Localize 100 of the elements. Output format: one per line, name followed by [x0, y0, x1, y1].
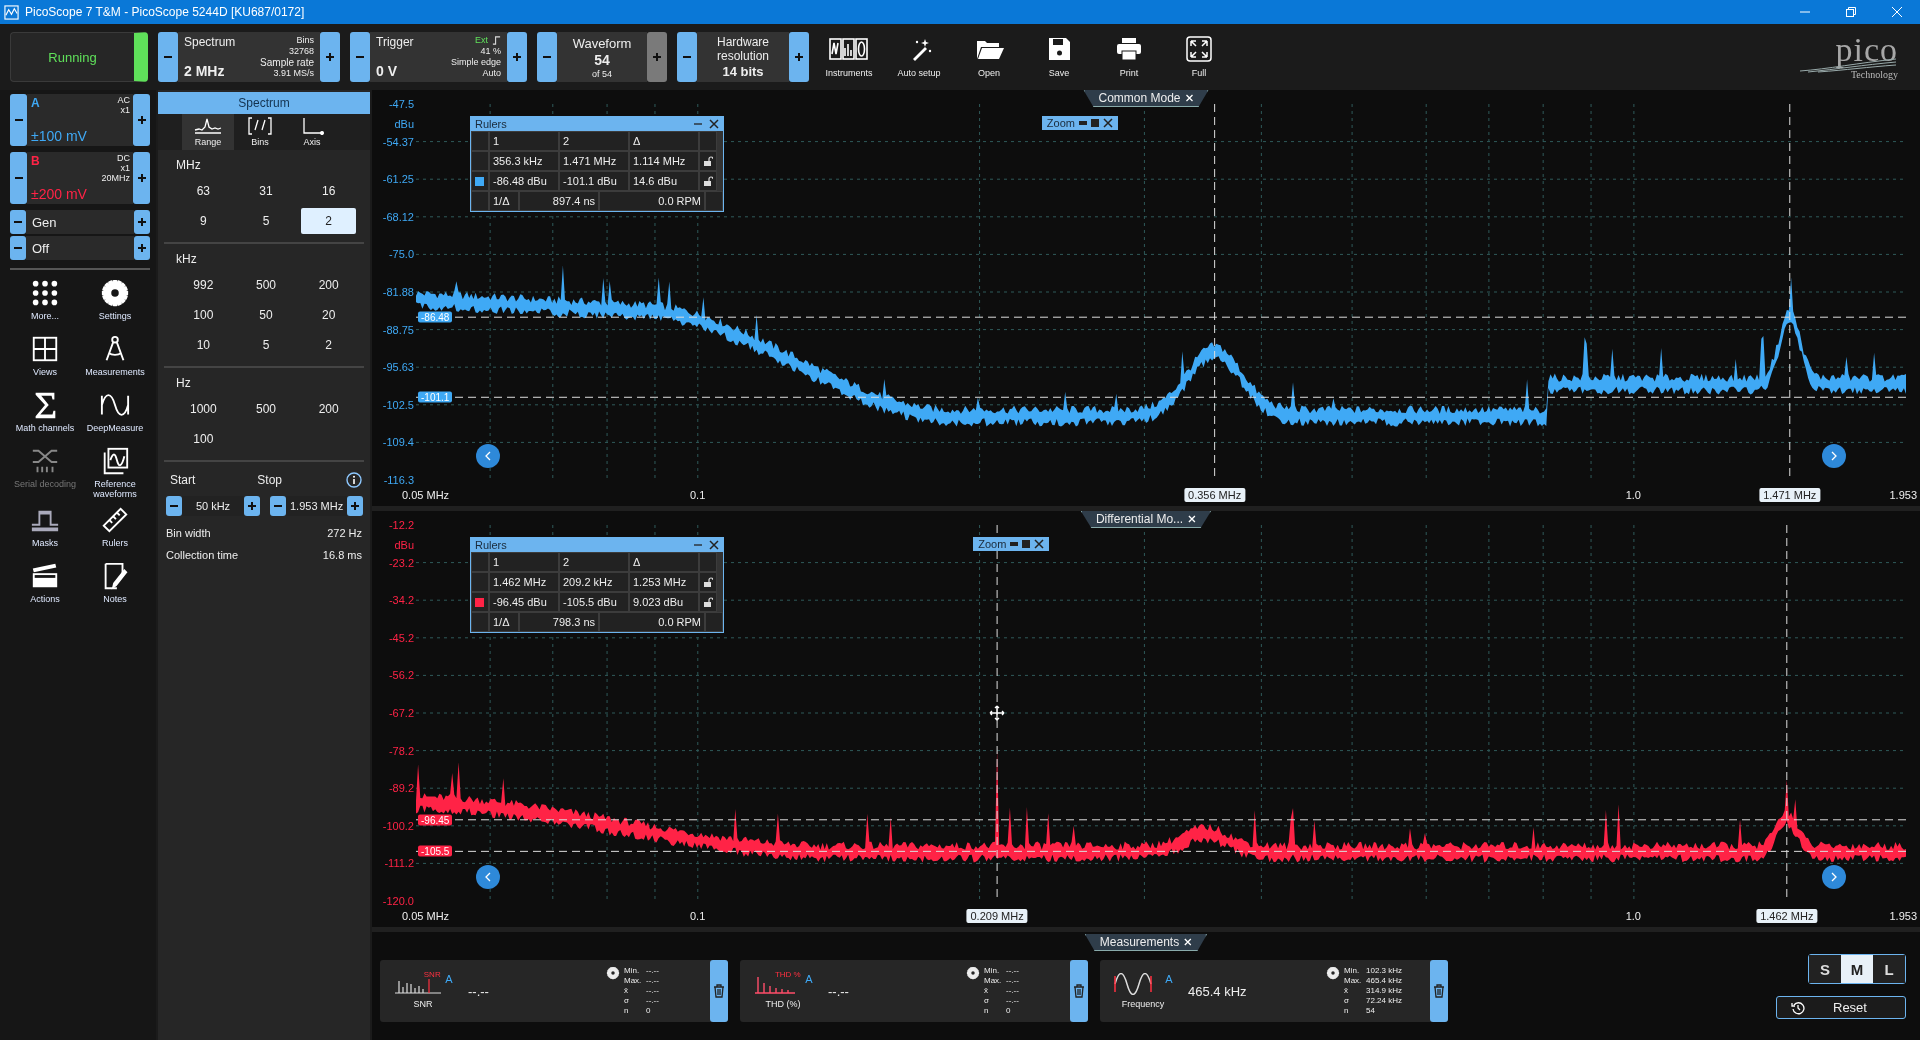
settings-icon[interactable] [1326, 966, 1340, 980]
toolbar-button[interactable]: Save [1029, 36, 1089, 78]
close-button[interactable] [1188, 515, 1197, 523]
minus-button[interactable] [270, 496, 286, 516]
ruler-line[interactable] [416, 396, 1906, 398]
range-option[interactable]: 500 [238, 396, 294, 422]
tool-button[interactable]: Masks [10, 505, 80, 555]
tool-button[interactable]: DeepMeasure [80, 390, 150, 440]
close-icon[interactable] [1102, 118, 1113, 128]
range-option[interactable]: 5 [238, 208, 294, 234]
range-option[interactable]: 5 [238, 332, 294, 358]
ruler-marker[interactable]: 0.356 MHz [1184, 488, 1246, 502]
range-option[interactable]: 200 [301, 272, 356, 298]
close-button[interactable] [1184, 938, 1193, 946]
plus-button[interactable] [134, 210, 150, 234]
tool-button[interactable]: Reference waveforms [80, 446, 150, 499]
lock-icon[interactable] [703, 577, 713, 587]
panel-tab[interactable]: Measurements [1084, 934, 1208, 951]
ruler-marker[interactable]: -96.45 [418, 814, 453, 826]
view-tab[interactable]: Differential Mo... [1080, 511, 1212, 528]
measurement-card[interactable]: SNR A SNR --.-- Min. --.-- Max. --.-- x̄ --.-- σ --.-- n 0 [380, 960, 728, 1022]
lock-icon[interactable] [703, 176, 713, 186]
range-option[interactable]: 50 [238, 302, 294, 328]
ruler-marker[interactable]: 1.471 MHz [1759, 488, 1821, 502]
measurement-card[interactable]: THD % A THD (%) --.-- Min. --.-- Max. --.-- x̄ --.-- σ --.-- n 0 [740, 960, 1088, 1022]
generator-setting[interactable]: Gen [26, 210, 134, 234]
settings-icon[interactable] [966, 966, 980, 980]
scroll-right-button[interactable] [1822, 865, 1846, 889]
square-icon[interactable] [1090, 119, 1099, 127]
stop-field[interactable]: 1.953 MHz [286, 496, 348, 516]
delete-button[interactable] [710, 960, 728, 1022]
plus-button[interactable] [134, 236, 150, 260]
range-option[interactable]: 992 [176, 272, 231, 298]
reset-button[interactable]: Reset [1776, 996, 1906, 1019]
settings-icon[interactable] [606, 966, 620, 980]
close-icon[interactable] [1034, 539, 1045, 549]
resolution-setting[interactable]: Hardware resolution 14 bits [697, 32, 789, 82]
range-option[interactable]: 100 [176, 426, 231, 452]
toolbar-button[interactable]: Print [1099, 36, 1159, 78]
plus-button[interactable] [507, 32, 527, 82]
plus-button[interactable] [347, 496, 364, 516]
minus-button[interactable] [10, 210, 26, 234]
tool-button[interactable]: Actions [10, 561, 80, 611]
tool-button[interactable]: Rulers [80, 505, 150, 555]
scroll-left-button[interactable] [476, 444, 500, 468]
close-button[interactable] [1185, 94, 1194, 102]
trigger-setting[interactable]: Trigger 0 V Ext 41 % Simple edge Auto [370, 32, 507, 82]
tool-button[interactable]: Math channels [10, 390, 80, 440]
measurement-card[interactable]: A Frequency 465.4 kHz Min. 102.3 kHz Max. 465.4 kHz x̄ 314.9 kHz σ 72.24 kHz n 54 [1100, 960, 1448, 1022]
range-option[interactable]: 63 [176, 178, 231, 204]
range-option[interactable]: 10 [176, 332, 231, 358]
scroll-left-button[interactable] [476, 865, 500, 889]
toolbar-button[interactable]: Instruments [819, 36, 879, 78]
range-option[interactable]: 2 [301, 332, 356, 358]
tab[interactable]: Axis [286, 114, 338, 150]
delete-button[interactable] [1070, 960, 1088, 1022]
tool-button[interactable]: Views [10, 334, 80, 384]
waveform-setting[interactable]: Waveform 54 of 54 [557, 32, 647, 82]
ruler-line[interactable] [416, 819, 1906, 821]
close-icon[interactable] [709, 119, 719, 129]
square-icon[interactable] [1022, 540, 1031, 548]
zoom-widget[interactable]: Zoom [973, 537, 1050, 551]
start-field[interactable]: 50 kHz [182, 496, 244, 516]
toolbar-button[interactable]: Full [1169, 36, 1229, 78]
toolbar-button[interactable]: Open [959, 36, 1019, 78]
tool-button[interactable]: Settings [80, 278, 150, 328]
scroll-right-button[interactable] [1822, 444, 1846, 468]
zoom-widget[interactable]: Zoom [1041, 116, 1118, 130]
run-button[interactable]: Running [10, 32, 148, 82]
tool-button[interactable]: More... [10, 278, 80, 328]
ruler-line[interactable] [416, 316, 1906, 318]
tab[interactable]: Bins [234, 114, 286, 150]
tab[interactable]: Range [182, 114, 234, 150]
ruler-marker[interactable]: -105.5 [418, 845, 453, 857]
range-option[interactable]: 500 [238, 272, 294, 298]
minus-button[interactable] [166, 496, 182, 516]
minimize-icon[interactable] [1010, 540, 1019, 548]
spectrum-setting[interactable]: Spectrum 2 MHz Bins 32768 Sample rate 3.91 MS/s [178, 32, 320, 82]
range-option[interactable]: 200 [301, 396, 356, 422]
plus-button[interactable] [244, 496, 260, 516]
range-option[interactable]: 1000 [176, 396, 231, 422]
plus-button[interactable] [789, 32, 809, 82]
lock-icon[interactable] [703, 156, 713, 166]
range-option[interactable]: 16 [301, 178, 356, 204]
range-option[interactable]: 31 [238, 178, 294, 204]
ruler-line[interactable] [416, 850, 1906, 852]
minus-button[interactable] [10, 152, 27, 204]
generator-setting[interactable]: Off [26, 236, 134, 260]
range-option[interactable]: 20 [301, 302, 356, 328]
plus-button[interactable] [133, 94, 150, 146]
lock-icon[interactable] [703, 597, 713, 607]
size-toggle[interactable]: L [1873, 955, 1905, 983]
channel-panel[interactable]: B DC x1 20MHz ±200 mV [27, 152, 133, 204]
plus-button[interactable] [133, 152, 150, 204]
channel-panel[interactable]: A AC x1 ±100 mV [27, 94, 133, 146]
ruler-marker[interactable]: 0.209 MHz [966, 909, 1028, 923]
plus-button[interactable] [320, 32, 340, 82]
minus-button[interactable] [10, 236, 26, 260]
toolbar-button[interactable]: Auto setup [889, 36, 949, 78]
range-option[interactable]: 2 [301, 208, 356, 234]
